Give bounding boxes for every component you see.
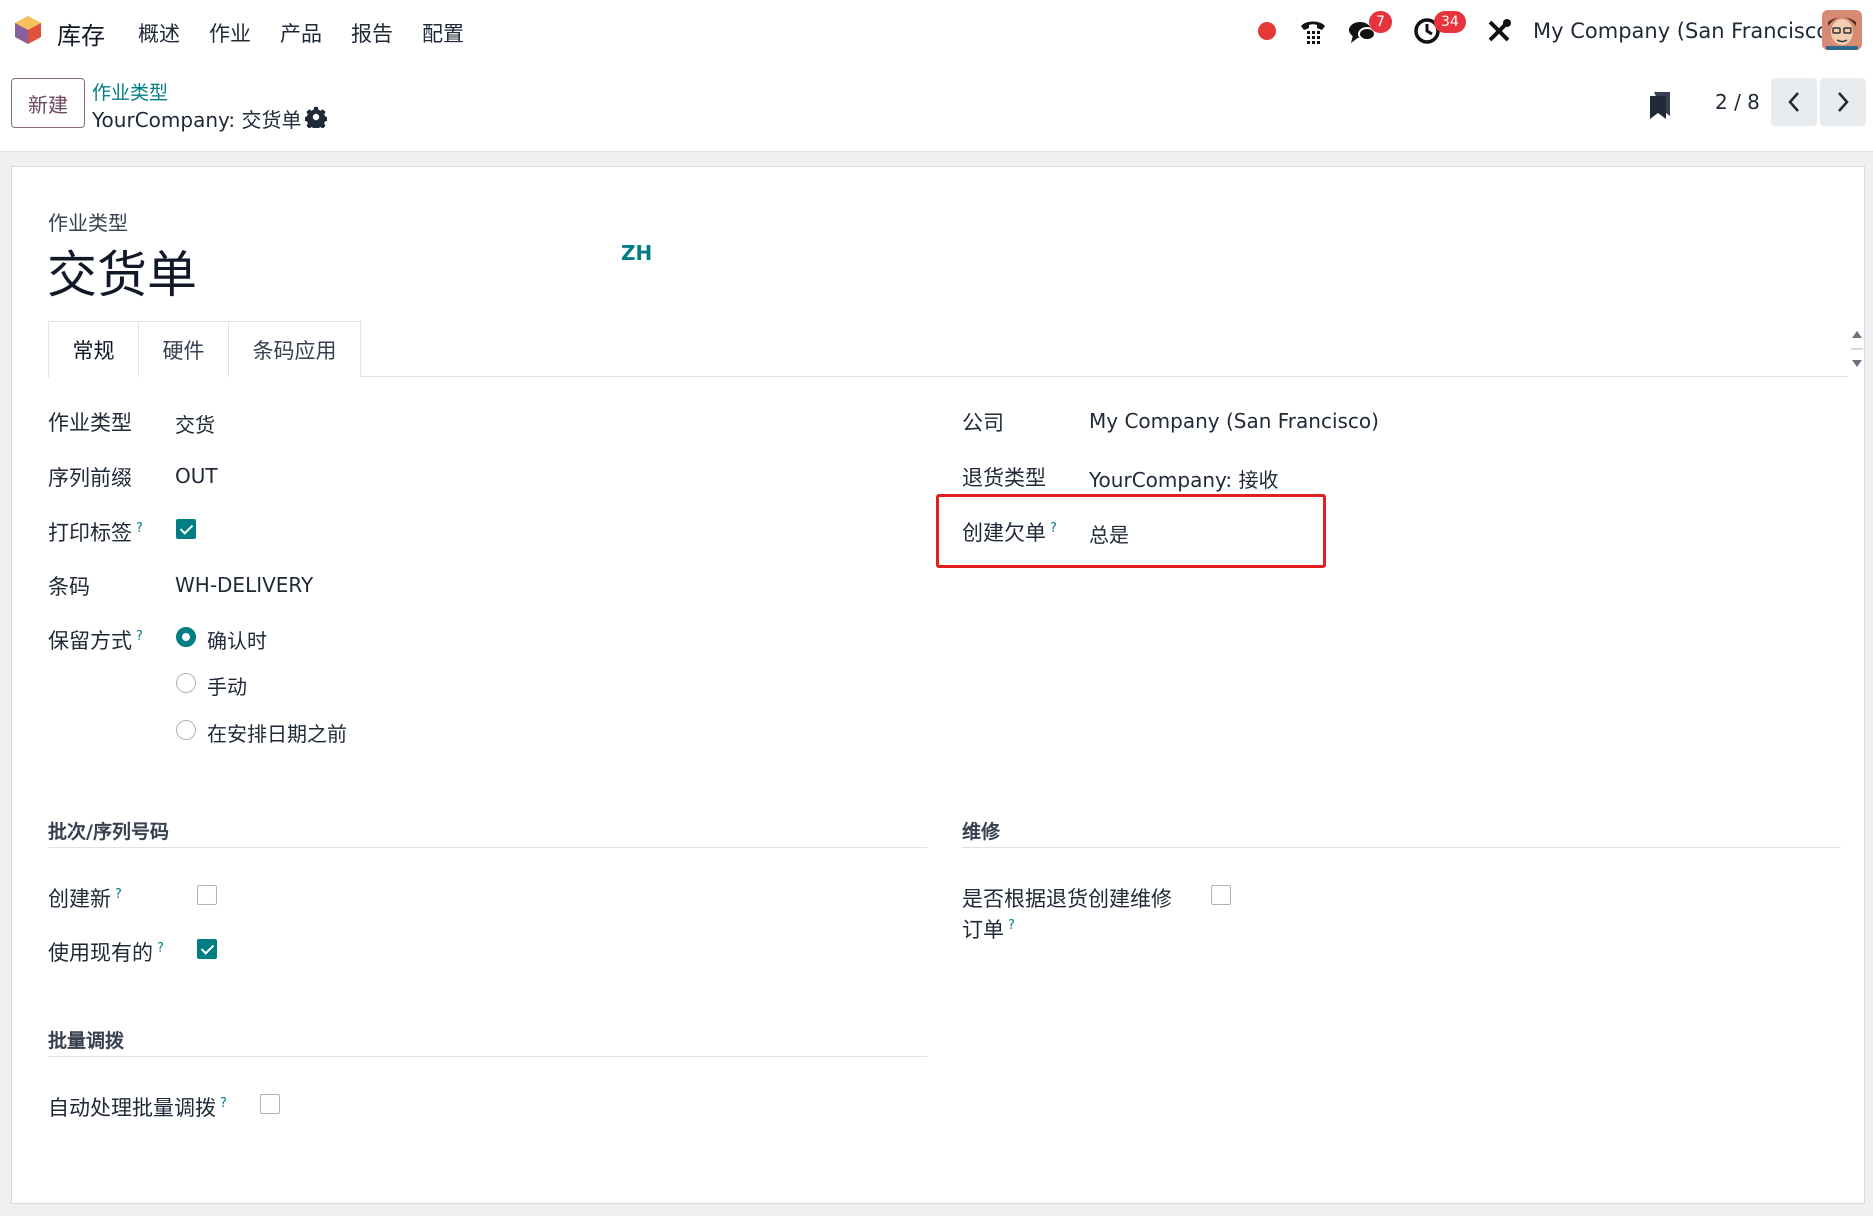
create-repair-label-cont: 订单?	[962, 918, 1015, 942]
reservation-radio-on-confirm[interactable]	[176, 627, 196, 647]
help-tooltip-icon[interactable]: ?	[220, 1096, 227, 1111]
reservation-option-label[interactable]: 在安排日期之前	[207, 718, 347, 747]
print-label-label: 打印标签?	[48, 521, 143, 545]
chevron-right-icon	[1838, 92, 1849, 112]
reservation-radio-manual[interactable]	[176, 673, 196, 693]
phone-icon[interactable]	[1296, 14, 1330, 48]
company-switcher[interactable]: My Company (San Francisco)	[1533, 19, 1837, 43]
create-repair-label: 是否根据退货创建维修	[962, 887, 1172, 911]
return-type-value[interactable]: YourCompany: 接收	[1089, 464, 1278, 493]
gear-icon[interactable]	[305, 106, 327, 128]
reservation-option-label[interactable]: 确认时	[207, 625, 267, 654]
inventory-app-icon[interactable]	[12, 14, 44, 46]
auto-batch-checkbox[interactable]	[260, 1094, 280, 1114]
highlight-annotation-box	[936, 494, 1326, 568]
menu-item-overview[interactable]: 概述	[138, 18, 180, 48]
repair-section-title: 维修	[962, 821, 1001, 843]
help-tooltip-icon[interactable]: ?	[1008, 918, 1015, 933]
activities-badge: 34	[1434, 11, 1466, 33]
company-label: 公司	[962, 411, 1004, 435]
form-caption: 作业类型	[48, 211, 128, 235]
operation-type-label: 作业类型	[48, 411, 132, 435]
print-label-checkbox[interactable]	[176, 519, 196, 539]
barcode-label: 条码	[48, 575, 90, 599]
sequence-prefix-value[interactable]: OUT	[175, 464, 218, 488]
section-divider	[962, 847, 1841, 848]
reservation-radio-before-date[interactable]	[176, 720, 196, 740]
form-tabs: 常规 硬件 条码应用	[48, 321, 1848, 378]
reservation-option-label[interactable]: 手动	[207, 671, 247, 700]
scroll-arrows-icon[interactable]	[1850, 329, 1864, 369]
barcode-value[interactable]: WH-DELIVERY	[175, 573, 313, 597]
top-navbar: 库存 概述 作业 产品 报告 配置 7 34 My Company (San F…	[0, 0, 1873, 62]
user-avatar[interactable]	[1822, 10, 1862, 50]
form-title[interactable]: 交货单	[47, 235, 197, 307]
tools-icon[interactable]	[1482, 14, 1516, 48]
bookmark-icon[interactable]	[1648, 90, 1672, 120]
menu-item-products[interactable]: 产品	[280, 18, 322, 48]
lots-section-title: 批次/序列号码	[48, 821, 169, 843]
help-tooltip-icon[interactable]: ?	[136, 629, 143, 644]
batch-section-title: 批量调拨	[48, 1030, 125, 1052]
language-button[interactable]: ZH	[621, 241, 652, 265]
menu-item-configuration[interactable]: 配置	[422, 18, 464, 48]
messages-badge: 7	[1369, 11, 1392, 33]
form-sheet: 作业类型 交货单 ZH 常规 硬件 条码应用 作业类型 交货 序列前缀 OUT …	[11, 166, 1865, 1204]
create-repair-checkbox[interactable]	[1211, 885, 1231, 905]
pager-next-button[interactable]	[1820, 78, 1866, 126]
help-tooltip-icon[interactable]: ?	[157, 941, 164, 956]
help-tooltip-icon[interactable]: ?	[115, 887, 122, 902]
use-existing-lots-checkbox[interactable]	[197, 939, 217, 959]
chevron-left-icon	[1788, 92, 1799, 112]
tab-general[interactable]: 常规	[48, 321, 139, 378]
sequence-prefix-label: 序列前缀	[48, 466, 132, 490]
menu-item-operations[interactable]: 作业	[209, 18, 251, 48]
record-icon[interactable]	[1258, 22, 1276, 40]
tab-hardware[interactable]: 硬件	[138, 321, 229, 377]
breadcrumb-current: YourCompany: 交货单	[92, 108, 302, 132]
create-new-lots-checkbox[interactable]	[197, 885, 217, 905]
control-panel: 新建 作业类型 YourCompany: 交货单 2 / 8	[0, 62, 1873, 152]
return-type-label: 退货类型	[962, 466, 1046, 490]
help-tooltip-icon[interactable]: ?	[136, 521, 143, 536]
auto-batch-label: 自动处理批量调拨?	[48, 1096, 227, 1120]
menu-item-reporting[interactable]: 报告	[351, 18, 393, 48]
main-menu: 概述 作业 产品 报告 配置	[138, 18, 493, 48]
reservation-method-label: 保留方式?	[48, 629, 143, 653]
breadcrumb-parent-link[interactable]: 作业类型	[92, 78, 168, 105]
section-divider	[48, 1056, 927, 1057]
new-button[interactable]: 新建	[11, 78, 85, 128]
operation-type-value[interactable]: 交货	[175, 409, 215, 438]
use-existing-lots-label: 使用现有的?	[48, 941, 164, 965]
company-value[interactable]: My Company (San Francisco)	[1089, 409, 1379, 433]
app-name[interactable]: 库存	[57, 16, 105, 51]
pager-previous-button[interactable]	[1771, 78, 1817, 126]
pager-value[interactable]: 2 / 8	[1715, 90, 1760, 114]
create-new-lots-label: 创建新?	[48, 887, 122, 911]
tab-barcode[interactable]: 条码应用	[228, 321, 361, 377]
section-divider	[48, 847, 927, 848]
